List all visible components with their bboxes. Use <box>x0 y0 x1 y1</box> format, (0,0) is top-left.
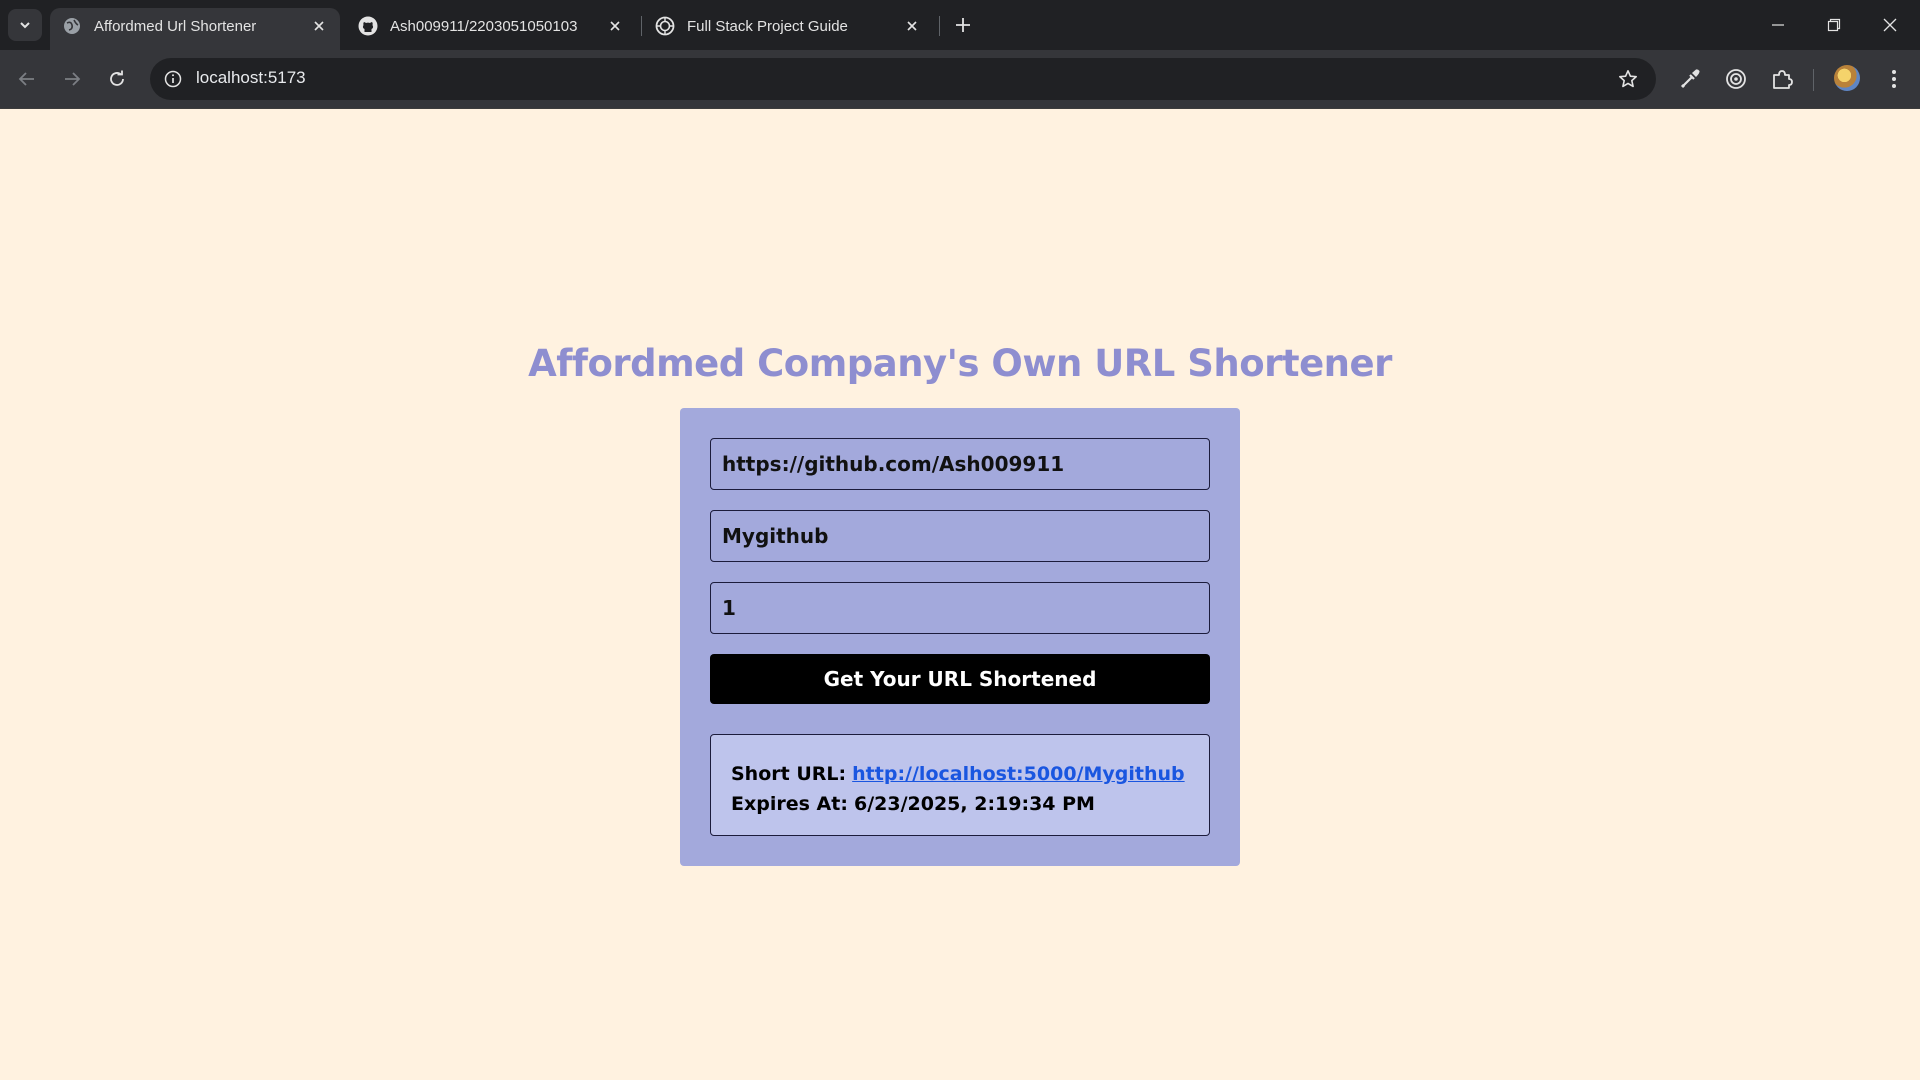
expires-label: Expires At: <box>731 793 848 815</box>
close-icon <box>1883 18 1897 32</box>
new-tab-button[interactable] <box>950 12 976 38</box>
tab-affordmed[interactable]: Affordmed Url Shortener <box>50 8 340 50</box>
validity-input[interactable] <box>710 582 1210 634</box>
more-menu-icon[interactable] <box>1878 63 1910 95</box>
result-box: Short URL: http://localhost:5000/Mygithu… <box>710 734 1210 836</box>
tab-title: Ash009911/2203051050103 <box>390 17 578 35</box>
bookmark-star-icon[interactable] <box>1616 67 1640 91</box>
github-icon <box>358 16 378 36</box>
eyedropper-extension-icon[interactable] <box>1674 63 1706 95</box>
address-url[interactable]: localhost:5173 <box>196 68 306 88</box>
short-url-label: Short URL: <box>731 763 847 785</box>
tab-title: Full Stack Project Guide <box>687 17 848 35</box>
page-title: Affordmed Company's Own URL Shortener <box>528 342 1392 385</box>
long-url-input[interactable] <box>710 438 1210 490</box>
site-info-icon[interactable] <box>160 66 186 92</box>
tab-separator <box>939 16 940 36</box>
arrow-right-icon <box>65 72 81 86</box>
tab-separator <box>641 16 642 36</box>
globe-icon <box>62 16 82 36</box>
restore-icon <box>1827 18 1841 32</box>
reload-button[interactable] <box>100 62 134 96</box>
tab-strip: Affordmed Url Shortener Ash009911/220305… <box>0 0 1920 50</box>
minimize-icon <box>1772 24 1784 26</box>
short-url-link[interactable]: http://localhost:5000/Mygithub <box>852 763 1184 785</box>
restore-button[interactable] <box>1814 8 1854 42</box>
expires-value: 6/23/2025, 2:19:34 PM <box>853 793 1095 815</box>
browser-toolbar: localhost:5173 <box>0 50 1920 109</box>
close-icon[interactable] <box>310 17 328 35</box>
target-extension-icon[interactable] <box>1720 63 1752 95</box>
close-icon[interactable] <box>903 17 921 35</box>
tab-github[interactable]: Ash009911/2203051050103 <box>346 8 636 50</box>
chevron-down-icon <box>20 22 30 29</box>
forward-button[interactable] <box>55 62 89 96</box>
arrow-left-icon <box>18 72 34 86</box>
shortener-form-card: Get Your URL Shortened Short URL: http:/… <box>680 408 1240 866</box>
extensions-puzzle-icon[interactable] <box>1766 63 1798 95</box>
plus-icon <box>956 18 970 32</box>
back-button[interactable] <box>10 62 44 96</box>
minimize-button[interactable] <box>1758 8 1798 42</box>
toolbar-separator <box>1813 69 1814 91</box>
close-window-button[interactable] <box>1870 8 1910 42</box>
shortcode-input[interactable] <box>710 510 1210 562</box>
close-icon[interactable] <box>606 17 624 35</box>
tab-search-button[interactable] <box>8 9 42 41</box>
expires-row: Expires At: 6/23/2025, 2:19:34 PM <box>731 789 1189 819</box>
shorten-url-button[interactable]: Get Your URL Shortened <box>710 654 1210 704</box>
tab-title: Affordmed Url Shortener <box>94 17 257 35</box>
profile-avatar[interactable] <box>1834 65 1860 91</box>
short-url-row: Short URL: http://localhost:5000/Mygithu… <box>731 759 1189 789</box>
address-bar[interactable]: localhost:5173 <box>150 58 1656 100</box>
openai-icon <box>655 16 675 36</box>
reload-icon <box>110 70 124 86</box>
tab-full-stack-guide[interactable]: Full Stack Project Guide <box>643 8 933 50</box>
